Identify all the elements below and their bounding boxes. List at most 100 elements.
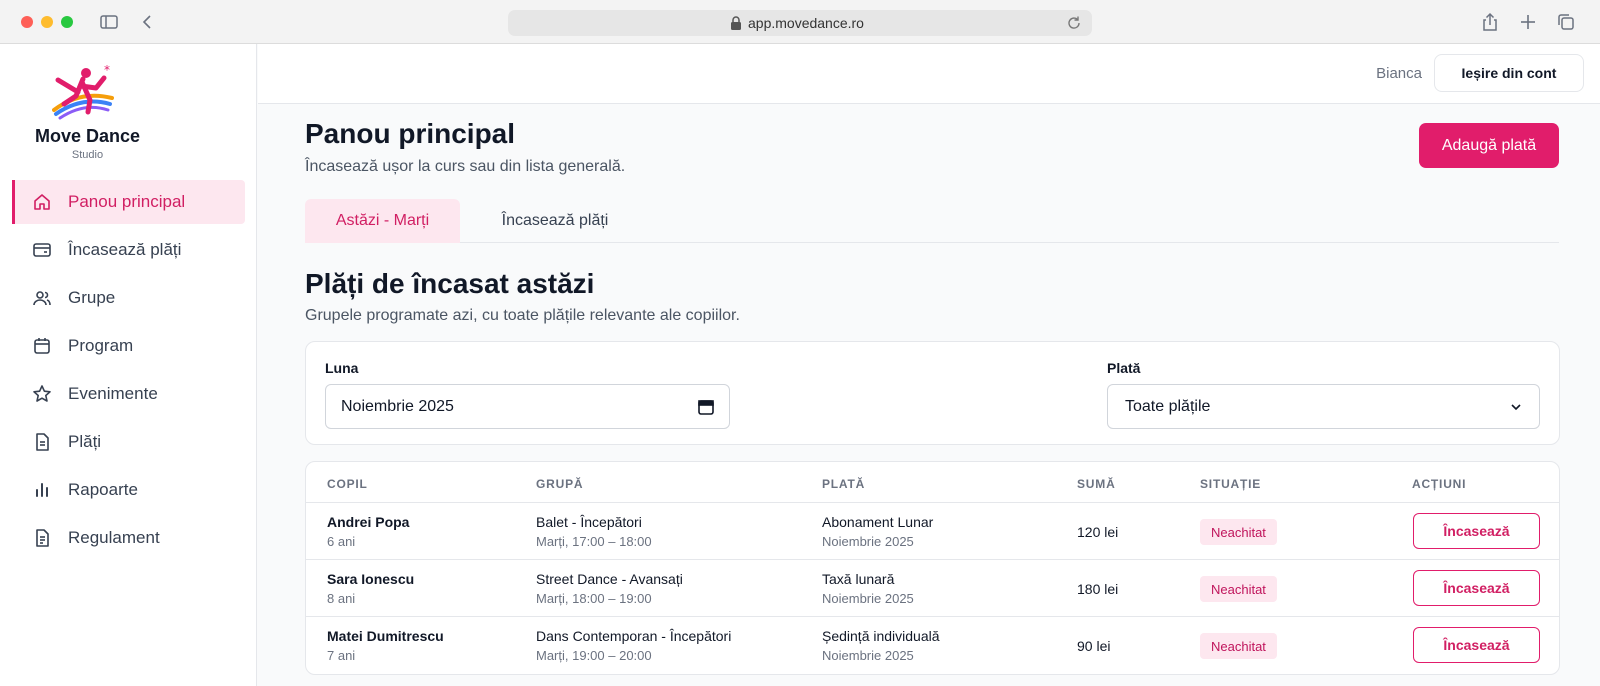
sidebar-item-panou-principal[interactable]: Panou principal <box>12 180 245 224</box>
column-header-amount: SUMĂ <box>1077 477 1116 491</box>
tab-bar: Astăzi - Marți Încasează plăți <box>305 199 1559 243</box>
sidebar-nav: Panou principal Încasează plăți Grupe Pr… <box>12 180 245 564</box>
child-age: 7 ani <box>327 648 356 663</box>
users-icon <box>32 288 52 308</box>
table-row: Andrei Popa 6 ani Balet - Începători Mar… <box>306 503 1559 560</box>
collect-button[interactable]: Încasează <box>1413 570 1540 606</box>
payment-period: Noiembrie 2025 <box>822 648 914 663</box>
sidebar-item-incaseaza-plati[interactable]: Încasează plăți <box>12 228 245 272</box>
payment-value: Toate plățile <box>1125 397 1211 415</box>
status-badge: Neachitat <box>1200 519 1277 545</box>
payment-select[interactable]: Toate plățile <box>1107 384 1540 429</box>
child-name: Andrei Popa <box>327 514 410 530</box>
collect-button[interactable]: Încasează <box>1413 513 1540 549</box>
sidebar-item-plati[interactable]: Plăți <box>12 420 245 464</box>
month-label: Luna <box>325 360 359 376</box>
group-name: Street Dance - Avansați <box>536 571 683 587</box>
sidebar-item-label: Grupe <box>68 288 116 307</box>
group-schedule: Marți, 17:00 – 18:00 <box>536 534 652 549</box>
payment-amount: 120 lei <box>1077 524 1119 540</box>
payment-period: Noiembrie 2025 <box>822 534 914 549</box>
payments-table: COPIL GRUPĂ PLATĂ SUMĂ SITUAȚIE ACȚIUNI … <box>305 461 1560 675</box>
browser-toolbar: app.movedance.ro <box>0 0 1600 44</box>
payment-type: Taxă lunară <box>822 571 895 587</box>
status-badge: Neachitat <box>1200 633 1277 659</box>
lock-icon <box>730 16 742 30</box>
close-window-button[interactable] <box>21 16 33 28</box>
share-icon[interactable] <box>1480 12 1500 32</box>
page-title: Panou principal <box>305 118 516 149</box>
user-name: Bianca <box>1376 65 1422 82</box>
home-icon <box>32 192 52 212</box>
sidebar-item-label: Plăți <box>68 432 102 451</box>
section-subtitle: Grupele programate azi, cu toate plățile… <box>305 307 740 324</box>
chevron-down-icon <box>1507 398 1525 416</box>
payment-type: Abonament Lunar <box>822 514 934 530</box>
child-name: Sara Ionescu <box>327 571 415 587</box>
payment-type: Ședință individuală <box>822 628 940 644</box>
tabs-overview-icon[interactable] <box>1556 12 1576 32</box>
add-payment-button[interactable]: Adaugă plată <box>1419 123 1559 168</box>
collect-button[interactable]: Încasează <box>1413 627 1540 663</box>
child-age: 8 ani <box>327 591 356 606</box>
month-value: Noiembrie 2025 <box>341 397 454 415</box>
column-header-group: GRUPĂ <box>536 477 584 491</box>
calendar-icon[interactable] <box>697 398 715 416</box>
group-name: Dans Contemporan - Începători <box>536 628 732 644</box>
sidebar-item-regulament[interactable]: Regulament <box>12 516 245 560</box>
svg-text:*: * <box>104 64 110 77</box>
payment-label: Plată <box>1107 360 1141 376</box>
tab-astazi[interactable]: Astăzi - Marți <box>305 199 460 243</box>
brand-subtitle: Studio <box>71 149 104 161</box>
sidebar-item-label: Rapoarte <box>68 480 138 499</box>
tab-incaseaza-plati[interactable]: Încasează plăți <box>480 199 630 243</box>
brand-name: Move Dance <box>34 126 141 146</box>
column-header-payment: PLATĂ <box>822 477 866 491</box>
column-header-actions: ACȚIUNI <box>1412 477 1467 491</box>
url-text: app.movedance.ro <box>748 15 864 31</box>
page-subtitle: Încasează ușor la curs sau din lista gen… <box>305 158 626 175</box>
maximize-window-button[interactable] <box>61 16 73 28</box>
group-schedule: Marți, 19:00 – 20:00 <box>536 648 652 663</box>
child-name: Matei Dumitrescu <box>327 628 444 644</box>
sidebar-item-label: Panou principal <box>68 192 186 211</box>
calendar-icon <box>32 336 52 356</box>
table-row: Matei Dumitrescu 7 ani Dans Contemporan … <box>306 617 1559 674</box>
sidebar-toggle-icon[interactable] <box>99 12 119 32</box>
group-name: Balet - Începători <box>536 514 642 530</box>
table-row: Sara Ionescu 8 ani Street Dance - Avansa… <box>306 560 1559 617</box>
back-arrow-icon[interactable] <box>138 12 158 32</box>
sidebar: * Move Dance Studio Panou principal Înca… <box>0 44 257 686</box>
file-text-icon <box>32 528 52 548</box>
column-header-status: SITUAȚIE <box>1200 477 1262 491</box>
status-badge: Neachitat <box>1200 576 1277 602</box>
star-icon <box>32 384 52 404</box>
sidebar-item-evenimente[interactable]: Evenimente <box>12 372 245 416</box>
filters-panel: Luna Noiembrie 2025 Plată Toate plățile <box>305 341 1560 445</box>
sidebar-item-label: Încasează plăți <box>68 240 182 259</box>
payment-amount: 90 lei <box>1077 638 1111 654</box>
column-header-child: COPIL <box>327 477 368 491</box>
wallet-icon <box>32 240 52 260</box>
sidebar-item-label: Regulament <box>68 528 160 547</box>
sidebar-item-grupe[interactable]: Grupe <box>12 276 245 320</box>
sidebar-item-label: Program <box>68 336 134 355</box>
address-bar[interactable]: app.movedance.ro <box>508 10 1092 36</box>
bar-chart-icon <box>32 480 52 500</box>
reload-icon[interactable] <box>1066 15 1082 31</box>
new-tab-icon[interactable] <box>1518 12 1538 32</box>
top-bar: Bianca Ieșire din cont <box>258 44 1600 104</box>
sidebar-item-label: Evenimente <box>68 384 158 403</box>
section-title: Plăți de încasat astăzi <box>305 268 595 299</box>
sidebar-item-rapoarte[interactable]: Rapoarte <box>12 468 245 512</box>
sidebar-item-program[interactable]: Program <box>12 324 245 368</box>
dancer-logo-icon: * <box>52 63 114 122</box>
payment-amount: 180 lei <box>1077 581 1119 597</box>
table-header: COPIL GRUPĂ PLATĂ SUMĂ SITUAȚIE ACȚIUNI <box>306 462 1559 503</box>
minimize-window-button[interactable] <box>41 16 53 28</box>
payment-period: Noiembrie 2025 <box>822 591 914 606</box>
logout-button[interactable]: Ieșire din cont <box>1434 54 1584 92</box>
child-age: 6 ani <box>327 534 356 549</box>
group-schedule: Marți, 18:00 – 19:00 <box>536 591 652 606</box>
month-picker[interactable]: Noiembrie 2025 <box>325 384 730 429</box>
